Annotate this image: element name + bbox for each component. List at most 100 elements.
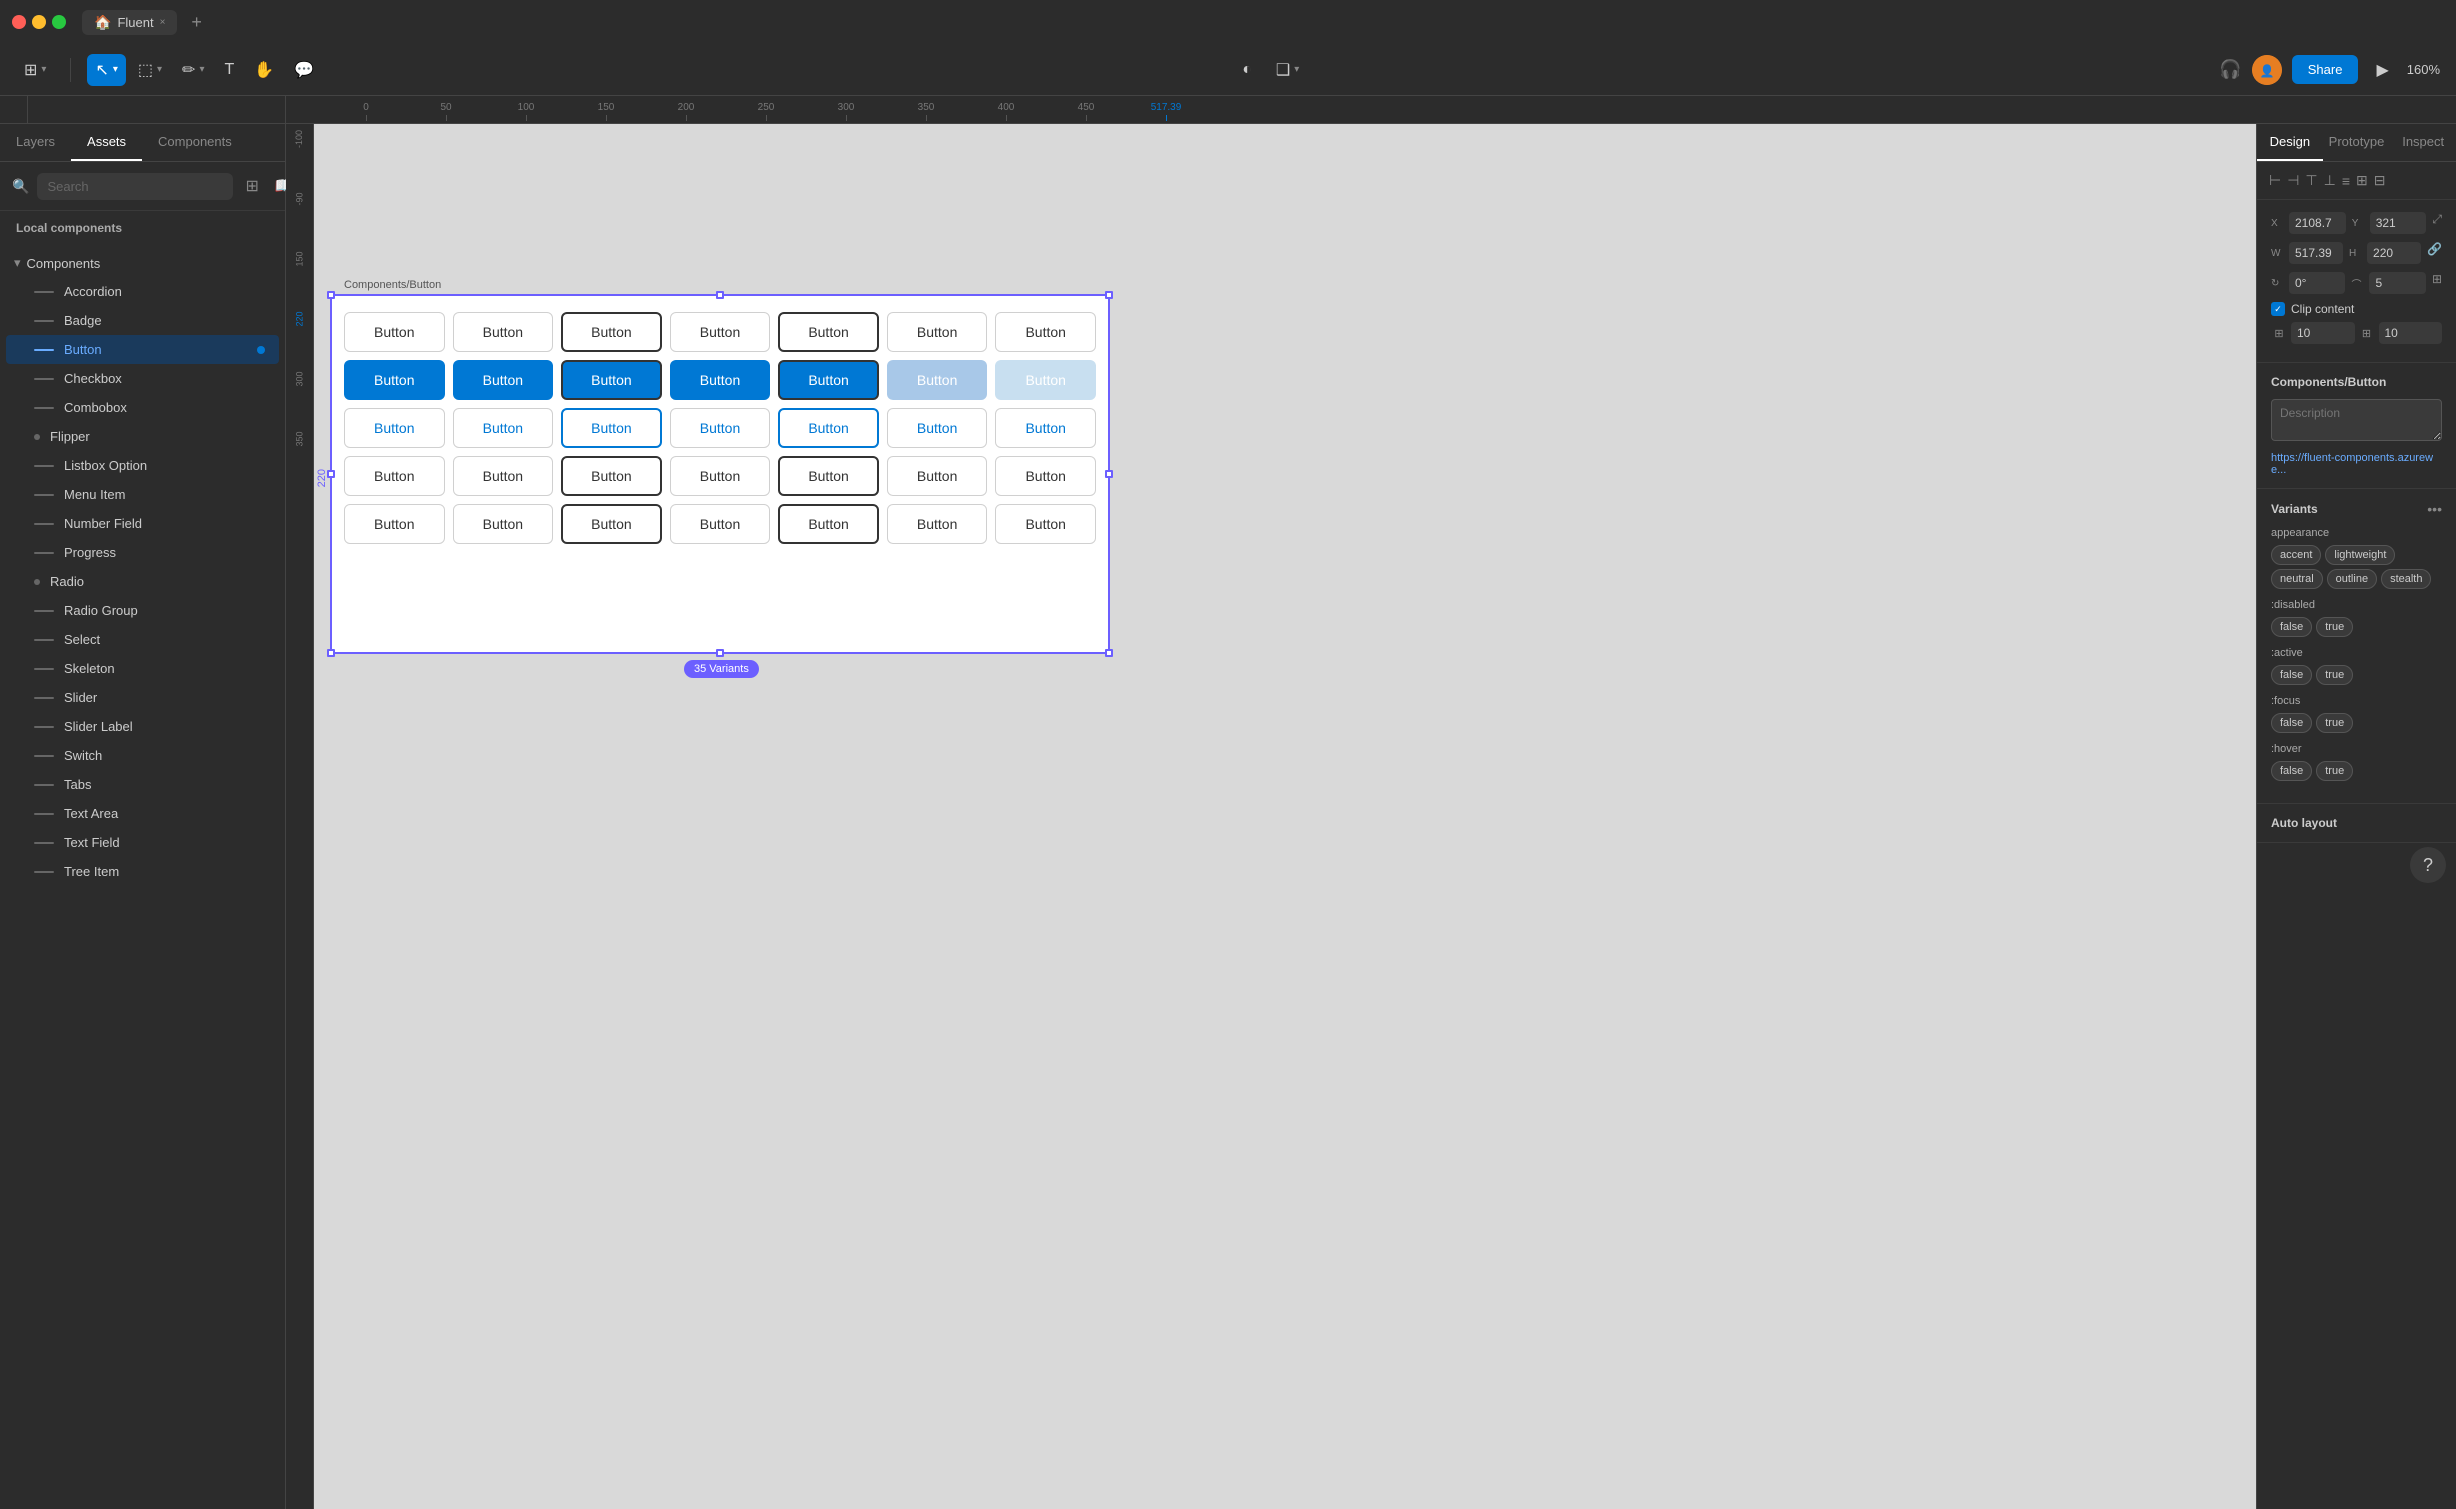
component-item-select[interactable]: Select [6, 625, 279, 654]
btn-r5-c5[interactable]: Button [778, 504, 879, 544]
component-item-slider[interactable]: Slider [6, 683, 279, 712]
tag-active-false[interactable]: false [2271, 665, 2312, 685]
component-item-numberfield[interactable]: Number Field [6, 509, 279, 538]
component-item-tabs[interactable]: Tabs [6, 770, 279, 799]
distribute-icon[interactable]: ⊟ [2374, 172, 2386, 189]
fullscreen-traffic-light[interactable] [52, 15, 66, 29]
corner-value[interactable]: 5 [2369, 272, 2425, 294]
canvas-content[interactable]: Components/Button [314, 124, 2256, 1509]
tab-components[interactable]: Components [142, 124, 248, 161]
corner-expand-icon[interactable]: ⊞ [2432, 272, 2442, 294]
pen-button[interactable]: ✏ ▾ [174, 54, 212, 86]
tag-focus-true[interactable]: true [2316, 713, 2353, 733]
w-value[interactable]: 517.39 [2289, 242, 2343, 264]
tag-lightweight[interactable]: lightweight [2325, 545, 2395, 565]
tag-disabled-true[interactable]: true [2316, 617, 2353, 637]
align-right-icon[interactable]: ⊤ [2305, 172, 2317, 189]
btn-r4-c1[interactable]: Button [344, 456, 445, 496]
btn-r2-c1[interactable]: Button [344, 360, 445, 400]
btn-r3-c4[interactable]: Button [670, 408, 771, 448]
handle-mr[interactable] [1105, 470, 1113, 478]
clip-checkbox[interactable]: ✓ [2271, 302, 2285, 316]
tag-hover-true[interactable]: true [2316, 761, 2353, 781]
contrast-button[interactable]: ◐ [1234, 55, 1260, 85]
padding-top-value[interactable]: 10 [2291, 322, 2355, 344]
search-input[interactable] [37, 173, 233, 200]
btn-r5-c1[interactable]: Button [344, 504, 445, 544]
component-item-textfield[interactable]: Text Field [6, 828, 279, 857]
variants-menu-button[interactable]: ••• [2427, 501, 2442, 517]
btn-r1-c7[interactable]: Button [995, 312, 1096, 352]
text-button[interactable]: T [216, 55, 242, 85]
components-header[interactable]: ▾ Components [0, 249, 285, 277]
align-left-icon[interactable]: ⊢ [2269, 172, 2281, 189]
add-tab-button[interactable]: + [185, 12, 208, 33]
share-button[interactable]: Share [2292, 55, 2359, 84]
btn-r3-c1[interactable]: Button [344, 408, 445, 448]
component-item-treeitem[interactable]: Tree Item [6, 857, 279, 886]
frame-button[interactable]: ⬚ ▾ [130, 54, 170, 86]
description-input[interactable] [2271, 399, 2442, 441]
btn-r2-c6[interactable]: Button [887, 360, 988, 400]
comment-button[interactable]: 💬 [286, 54, 322, 86]
component-button[interactable]: ❑ ▾ [1268, 54, 1307, 86]
hand-button[interactable]: ✋ [246, 54, 282, 86]
y-value[interactable]: 321 [2370, 212, 2427, 234]
btn-r3-c3[interactable]: Button [561, 408, 662, 448]
align-top-icon[interactable]: ⊥ [2324, 172, 2336, 189]
align-bottom-icon[interactable]: ⊞ [2356, 172, 2368, 189]
btn-r4-c7[interactable]: Button [995, 456, 1096, 496]
component-item-button[interactable]: Button [6, 335, 279, 364]
btn-r2-c4[interactable]: Button [670, 360, 771, 400]
component-item-checkbox[interactable]: Checkbox [6, 364, 279, 393]
btn-r3-c2[interactable]: Button [453, 408, 554, 448]
help-button[interactable]: ? [2410, 847, 2446, 883]
handle-br[interactable] [1105, 649, 1113, 657]
handle-tr[interactable] [1105, 291, 1113, 299]
btn-r1-c6[interactable]: Button [887, 312, 988, 352]
handle-ml[interactable] [327, 470, 335, 478]
btn-r5-c7[interactable]: Button [995, 504, 1096, 544]
btn-r4-c5[interactable]: Button [778, 456, 879, 496]
x-value[interactable]: 2108.7 [2289, 212, 2346, 234]
tab-inspect[interactable]: Inspect [2390, 124, 2456, 161]
component-item-radio[interactable]: Radio [6, 567, 279, 596]
component-frame[interactable]: Button Button Button Button Button Butto… [330, 294, 1110, 654]
canvas[interactable]: -100 -90 150 220 300 350 Components/Butt… [286, 124, 2256, 1509]
component-item-accordion[interactable]: Accordion [6, 277, 279, 306]
component-item-switch[interactable]: Switch [6, 741, 279, 770]
minimize-traffic-light[interactable] [32, 15, 46, 29]
tag-active-true[interactable]: true [2316, 665, 2353, 685]
btn-r1-c4[interactable]: Button [670, 312, 771, 352]
btn-r2-c5[interactable]: Button [778, 360, 879, 400]
tag-accent[interactable]: accent [2271, 545, 2321, 565]
component-item-sliderlabel[interactable]: Slider Label [6, 712, 279, 741]
component-item-progress[interactable]: Progress [6, 538, 279, 567]
component-item-combobox[interactable]: Combobox [6, 393, 279, 422]
component-item-textarea[interactable]: Text Area [6, 799, 279, 828]
tag-hover-false[interactable]: false [2271, 761, 2312, 781]
tab-design[interactable]: Design [2257, 124, 2323, 161]
btn-r2-c3[interactable]: Button [561, 360, 662, 400]
btn-r3-c5[interactable]: Button [778, 408, 879, 448]
handle-bm[interactable] [716, 649, 724, 657]
handle-tl[interactable] [327, 291, 335, 299]
btn-r5-c3[interactable]: Button [561, 504, 662, 544]
component-item-radiogroup[interactable]: Radio Group [6, 596, 279, 625]
btn-r2-c7[interactable]: Button [995, 360, 1096, 400]
tag-stealth[interactable]: stealth [2381, 569, 2431, 589]
btn-r4-c3[interactable]: Button [561, 456, 662, 496]
handle-bl[interactable] [327, 649, 335, 657]
btn-r4-c4[interactable]: Button [670, 456, 771, 496]
btn-r2-c2[interactable]: Button [453, 360, 554, 400]
tab-prototype[interactable]: Prototype [2323, 124, 2391, 161]
rotation-value[interactable]: 0° [2289, 272, 2345, 294]
btn-r4-c6[interactable]: Button [887, 456, 988, 496]
btn-r1-c2[interactable]: Button [453, 312, 554, 352]
play-button[interactable]: ▶ [2368, 54, 2396, 86]
component-item-menuitem[interactable]: Menu Item [6, 480, 279, 509]
tab-assets[interactable]: Assets [71, 124, 142, 161]
align-center-h-icon[interactable]: ⊣ [2287, 172, 2299, 189]
btn-r1-c5[interactable]: Button [778, 312, 879, 352]
component-item-badge[interactable]: Badge [6, 306, 279, 335]
